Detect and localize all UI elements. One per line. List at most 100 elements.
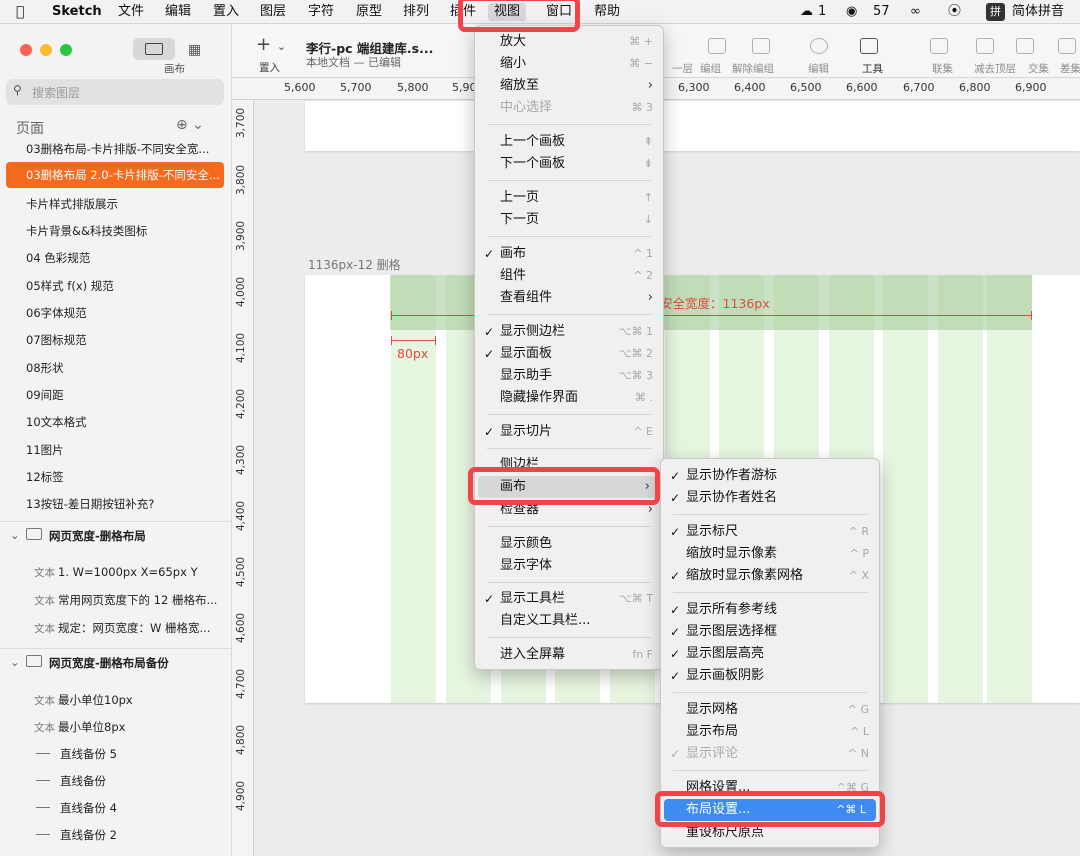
menu-file[interactable]: 文件 xyxy=(118,3,144,21)
menu-item-view-components[interactable]: 查看组件 › xyxy=(475,287,663,309)
apple-icon[interactable]:  xyxy=(16,4,24,20)
menu-plugins[interactable]: 插件 xyxy=(450,3,476,21)
menu-item-sidebar[interactable]: 侧边栏 xyxy=(475,454,663,468)
menu-prototype[interactable]: 原型 xyxy=(356,3,382,21)
chevron-down-icon[interactable]: ⌄ xyxy=(10,655,20,669)
insert-plus-icon[interactable]: + ⌄ xyxy=(256,34,286,55)
menu-item-show-collab-cursors[interactable]: ✓ 显示协作者游标 xyxy=(661,465,879,487)
union-icon[interactable] xyxy=(930,38,948,54)
page-item[interactable]: 06字体规范 xyxy=(26,305,222,321)
artboard-above[interactable] xyxy=(305,101,1080,151)
tool-edit-label[interactable]: 编辑 xyxy=(808,61,829,76)
menu-arrange[interactable]: 排列 xyxy=(403,3,429,21)
tool-forward-label[interactable]: 一层 xyxy=(672,61,693,76)
page-item[interactable]: 卡片背景&&科技类图标 xyxy=(26,223,222,239)
ime-icon[interactable]: 拼 xyxy=(986,3,1005,21)
menu-item-show-toolbar[interactable]: ✓ 显示工具栏 ⌥⌘ T xyxy=(475,588,663,610)
menu-help[interactable]: 帮助 xyxy=(594,3,620,21)
menu-app-name[interactable]: Sketch xyxy=(52,3,102,21)
tool-difference-label[interactable]: 差集 xyxy=(1060,61,1080,76)
close-window-button[interactable] xyxy=(20,44,32,56)
menu-item-selection-handles[interactable]: ✓ 显示图层选择框 xyxy=(661,621,879,643)
wechat-icon[interactable]: ◉ xyxy=(846,3,857,21)
minimize-window-button[interactable] xyxy=(40,44,52,56)
tool-tools-label[interactable]: 工具 xyxy=(862,61,883,76)
creative-cloud-icon[interactable]: ∞ xyxy=(910,3,921,21)
menu-item-canvas-submenu[interactable]: 画布 › xyxy=(478,476,660,498)
components-view-toggle[interactable]: ▦ xyxy=(182,38,212,60)
page-item-selected[interactable]: 03删格布局 2.0-卡片排版-不同安全... xyxy=(6,162,224,188)
ungroup-icon[interactable] xyxy=(752,38,770,54)
layer-row[interactable]: 文本 最小单位8px xyxy=(34,719,125,735)
zoom-window-button[interactable] xyxy=(60,44,72,56)
menu-item-prev-page[interactable]: 上一页 ↑ xyxy=(475,187,663,209)
airdrop-icon[interactable]: ⦿ xyxy=(948,3,961,21)
tool-union-label[interactable]: 联集 xyxy=(932,61,953,76)
page-item[interactable]: 09间距 xyxy=(26,387,222,403)
difference-icon[interactable] xyxy=(1058,38,1076,54)
artboard-name[interactable]: 1136px-12 删格 xyxy=(308,256,401,273)
menu-item-show-layout[interactable]: 显示布局 ^ L xyxy=(661,721,879,743)
tool-ungroup-label[interactable]: 解除编组 xyxy=(732,61,774,76)
menu-item-show-rulers[interactable]: ✓ 显示标尺 ^ R xyxy=(661,521,879,543)
layer-row[interactable]: 直线备份 2 xyxy=(34,827,117,843)
menu-item-inspector[interactable]: 检查器 › xyxy=(475,499,663,521)
menu-item-artboard-shadow[interactable]: ✓ 显示画板阴影 xyxy=(661,665,879,687)
menu-item-layout-settings[interactable]: 布局设置... ^⌘ L xyxy=(664,799,876,821)
menu-item-canvas[interactable]: ✓ 画布 ^ 1 xyxy=(475,243,663,265)
page-item[interactable]: 07图标规范 xyxy=(26,332,222,348)
menu-item-hide-ui[interactable]: 隐藏操作界面 ⌘ . xyxy=(475,387,663,409)
menu-layer[interactable]: 图层 xyxy=(260,3,286,21)
chevron-down-icon[interactable]: ⌄ xyxy=(10,528,20,542)
menu-item-show-slices[interactable]: ✓ 显示切片 ^ E xyxy=(475,421,663,443)
menu-item-show-collab-names[interactable]: ✓ 显示协作者姓名 xyxy=(661,487,879,509)
layer-row[interactable]: 文本 最小单位10px xyxy=(34,692,133,708)
menu-item-next-page[interactable]: 下一页 ↓ xyxy=(475,209,663,231)
page-item[interactable]: 卡片样式排版展示 xyxy=(26,196,222,212)
cloud-status-icon[interactable]: ☁ xyxy=(800,3,813,21)
page-item[interactable]: 10文本格式 xyxy=(26,414,222,430)
menu-item-show-sidebar[interactable]: ✓ 显示侧边栏 ⌥⌘ 1 xyxy=(475,321,663,343)
add-page-icon[interactable]: ⊕ ⌄ xyxy=(176,117,204,133)
ime-label[interactable]: 简体拼音 xyxy=(1012,3,1064,21)
menu-window[interactable]: 窗口 xyxy=(546,3,572,21)
menu-item-zoom-out[interactable]: 缩小 ⌘ − xyxy=(475,53,663,75)
page-item[interactable]: 11图片 xyxy=(26,442,222,458)
layer-row[interactable]: 直线备份 5 xyxy=(34,746,117,762)
edit-icon[interactable] xyxy=(810,38,828,54)
menu-view[interactable]: 视图 xyxy=(488,3,527,21)
page-item[interactable]: 08形状 xyxy=(26,360,222,376)
tool-group-label[interactable]: 编组 xyxy=(700,61,721,76)
menu-item-fullscreen[interactable]: 进入全屏幕 fn F xyxy=(475,644,663,666)
page-item[interactable]: 04 色彩规范 xyxy=(26,250,222,266)
menu-item-next-artboard[interactable]: 下一个画板 ⇟ xyxy=(475,153,663,175)
subtract-icon[interactable] xyxy=(976,38,994,54)
layer-row[interactable]: 文本 规定：网页宽度：W 栅格宽... xyxy=(34,620,211,636)
layer-group[interactable]: ⌄ 网页宽度-删格布局 xyxy=(0,521,232,549)
menu-item-pixel-grid[interactable]: ✓ 缩放时显示像素网格 ^ X xyxy=(661,565,879,587)
group-icon[interactable] xyxy=(708,38,726,54)
menu-item-show-assistant[interactable]: 显示助手 ⌥⌘ 3 xyxy=(475,365,663,387)
menu-item-reset-ruler-origin[interactable]: 重设标尺原点 xyxy=(661,822,879,844)
menu-item-show-colors[interactable]: 显示颜色 xyxy=(475,533,663,555)
tool-intersect-label[interactable]: 交集 xyxy=(1028,61,1049,76)
menu-item-zoom-to[interactable]: 缩放至 › xyxy=(475,75,663,97)
menu-item-show-fonts[interactable]: 显示字体 xyxy=(475,555,663,577)
vertical-ruler[interactable]: 3,700 3,800 3,900 4,000 4,100 4,200 4,30… xyxy=(232,100,254,856)
menu-insert[interactable]: 置入 xyxy=(213,3,239,21)
menu-item-prev-artboard[interactable]: 上一个画板 ⇞ xyxy=(475,131,663,153)
menu-text[interactable]: 字符 xyxy=(308,3,334,21)
menu-item-grid-settings[interactable]: 网格设置... ^⌘ G xyxy=(661,777,879,793)
intersect-icon[interactable] xyxy=(1016,38,1034,54)
insert-label[interactable]: 置入 xyxy=(259,60,280,75)
menu-item-customize-toolbar[interactable]: 自定义工具栏... xyxy=(475,610,663,632)
menu-item-show-grid[interactable]: 显示网格 ^ G xyxy=(661,699,879,721)
page-item[interactable]: 05样式 f(x) 规范 xyxy=(26,278,222,294)
layer-group[interactable]: ⌄ 网页宽度-删格布局备份 xyxy=(0,648,232,676)
menu-item-pixel-zoom[interactable]: 缩放时显示像素 ^ P xyxy=(661,543,879,565)
menu-item-components[interactable]: 组件 ^ 2 xyxy=(475,265,663,287)
layer-row[interactable]: 直线备份 xyxy=(34,773,106,789)
page-item[interactable]: 13按钮-差日期按钮补充? xyxy=(26,496,222,512)
menu-item-zoom-in[interactable]: 放大 ⌘ + xyxy=(475,31,663,53)
menu-item-show-guides[interactable]: ✓ 显示所有参考线 xyxy=(661,599,879,621)
